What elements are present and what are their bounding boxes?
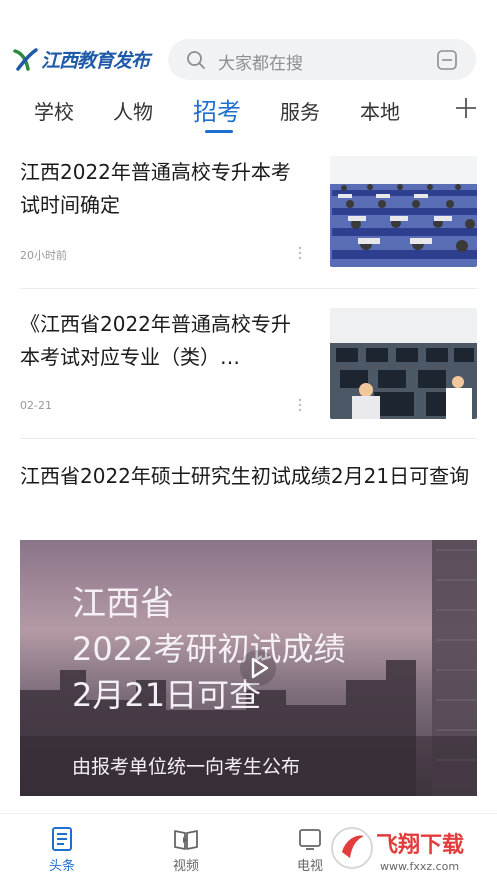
nav-item-headlines[interactable]: 头条 <box>32 826 92 874</box>
video-cover[interactable]: 江西省 2022考研初试成绩 2月21日可查 由报考单位统一向考生公布 <box>20 540 477 796</box>
tv-icon <box>299 829 321 850</box>
logo-mark-icon <box>13 48 38 71</box>
tab-local[interactable]: 本地 <box>360 96 400 125</box>
search-icon <box>187 51 205 69</box>
add-tab-icon[interactable] <box>454 96 478 120</box>
news-item[interactable]: 《江西省2022年普通高校专升本考试对应专业（类）… 02-21 <box>20 308 477 424</box>
video-news-title: 江西省2022年硕士研究生初试成绩2月21日可查询 <box>20 464 470 488</box>
video-news-item[interactable]: 江西省2022年硕士研究生初试成绩2月21日可查询 <box>20 460 477 530</box>
watermark-url: www.fxxz.com <box>380 860 459 873</box>
news-item[interactable]: 江西2022年普通高校专升本考试时间确定 20小时前 <box>20 156 477 272</box>
play-icon[interactable] <box>238 648 278 688</box>
tab-services[interactable]: 服务 <box>280 96 320 125</box>
cover-line-3: 2月21日可查 <box>72 676 262 714</box>
news-thumbnail <box>330 308 477 419</box>
site-watermark: 飞翔下载 www.fxxz.com <box>331 827 464 873</box>
cover-line-1: 江西省 <box>72 584 174 624</box>
nav-item-video[interactable]: 视频 <box>156 826 216 874</box>
search-placeholder: 大家都在搜 <box>218 54 303 74</box>
news-icon <box>52 827 72 851</box>
news-title: 江西2022年普通高校专升本考试时间确定 <box>20 160 291 217</box>
news-time: 20小时前 <box>20 249 67 262</box>
news-title: 《江西省2022年普通高校专升本考试对应专业（类）… <box>20 312 291 369</box>
tab-school[interactable]: 学校 <box>34 96 74 125</box>
cover-line-2: 2022考研初试成绩 <box>72 630 346 668</box>
list-divider <box>20 288 477 289</box>
more-options-icon[interactable] <box>298 398 302 412</box>
tab-admissions[interactable]: 招考 <box>193 92 241 127</box>
cover-line-4: 由报考单位统一向考生公布 <box>72 756 301 778</box>
app-header: 江西教育发布 大家都在搜 <box>0 0 497 88</box>
app-logo[interactable]: 江西教育发布 <box>12 44 150 74</box>
tab-people[interactable]: 人物 <box>113 96 153 125</box>
list-divider <box>20 438 477 439</box>
more-options-icon[interactable] <box>298 246 302 260</box>
news-time: 02-21 <box>20 399 52 412</box>
video-book-icon <box>174 830 198 850</box>
news-thumbnail <box>330 156 477 267</box>
search-bar[interactable]: 大家都在搜 <box>168 39 476 80</box>
category-tabs: 学校 人物 招考 服务 本地 <box>0 92 497 140</box>
nav-label: 视频 <box>172 859 199 874</box>
nav-label: 头条 <box>48 859 75 874</box>
watermark-text: 飞翔下载 <box>376 832 464 858</box>
active-tab-indicator <box>205 130 233 133</box>
scan-icon[interactable] <box>436 49 458 71</box>
logo-text: 江西教育发布 <box>41 49 150 72</box>
